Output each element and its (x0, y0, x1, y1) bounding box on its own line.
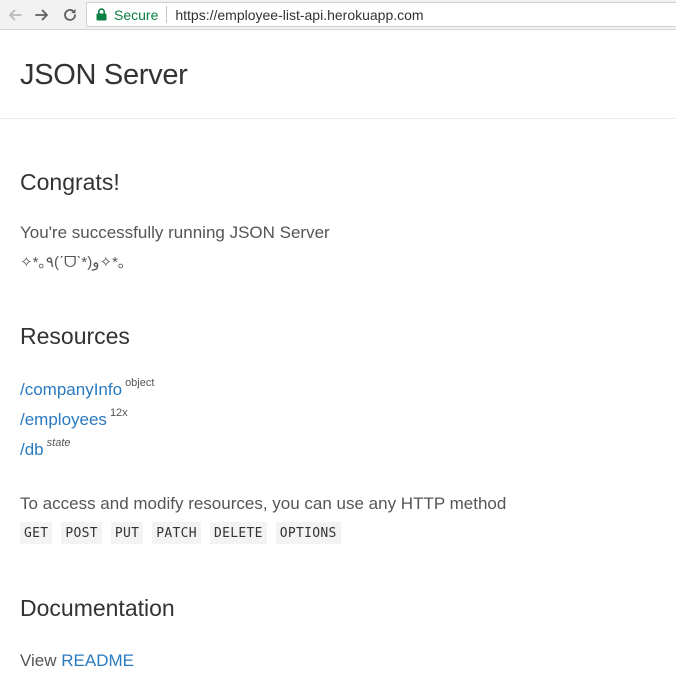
resource-link-db[interactable]: /db (20, 440, 44, 459)
access-text: To access and modify resources, you can … (20, 494, 507, 513)
readme-link[interactable]: README (61, 651, 134, 670)
method-chip: POST (61, 522, 102, 544)
resource-item: /db state (20, 437, 71, 460)
reload-icon[interactable] (60, 5, 80, 25)
address-bar[interactable]: Secure https://employee-list-api.herokua… (86, 2, 676, 27)
documentation-line: View README (20, 651, 134, 671)
resource-badge: object (125, 377, 155, 389)
congrats-heading: Congrats! (20, 169, 120, 195)
resource-badge: state (46, 437, 71, 449)
resources-heading: Resources (20, 323, 130, 349)
method-chip: GET (20, 522, 53, 544)
view-label: View (20, 651, 57, 670)
address-divider (166, 6, 168, 23)
resource-badge: 12x (109, 407, 128, 419)
kaomoji-text: ✧*｡٩(ˊᗜˋ*)و✧*｡ (20, 254, 126, 271)
lock-icon (96, 8, 108, 22)
forward-arrow-icon[interactable] (32, 5, 52, 25)
url-text[interactable]: https://employee-list-api.herokuapp.com (175, 7, 423, 23)
method-chip: OPTIONS (275, 522, 341, 544)
resource-item: /companyInfo object (20, 377, 154, 400)
back-arrow-icon[interactable] (5, 5, 25, 25)
page-header: JSON Server (0, 31, 676, 119)
page-title: JSON Server (20, 59, 188, 91)
method-chip: PATCH (152, 522, 201, 544)
resource-link-employees[interactable]: /employees (20, 410, 107, 429)
method-chip: DELETE (209, 522, 267, 544)
resource-item: /employees 12x (20, 407, 128, 430)
secure-label: Secure (114, 6, 159, 23)
resource-link-companyinfo[interactable]: /companyInfo (20, 380, 122, 399)
documentation-heading: Documentation (20, 595, 175, 621)
congrats-message: You're successfully running JSON Server (20, 223, 330, 242)
http-methods-list: GET POST PUT PATCH DELETE OPTIONS (20, 522, 350, 544)
method-chip: PUT (110, 522, 144, 544)
browser-toolbar: Secure https://employee-list-api.herokua… (0, 0, 676, 30)
